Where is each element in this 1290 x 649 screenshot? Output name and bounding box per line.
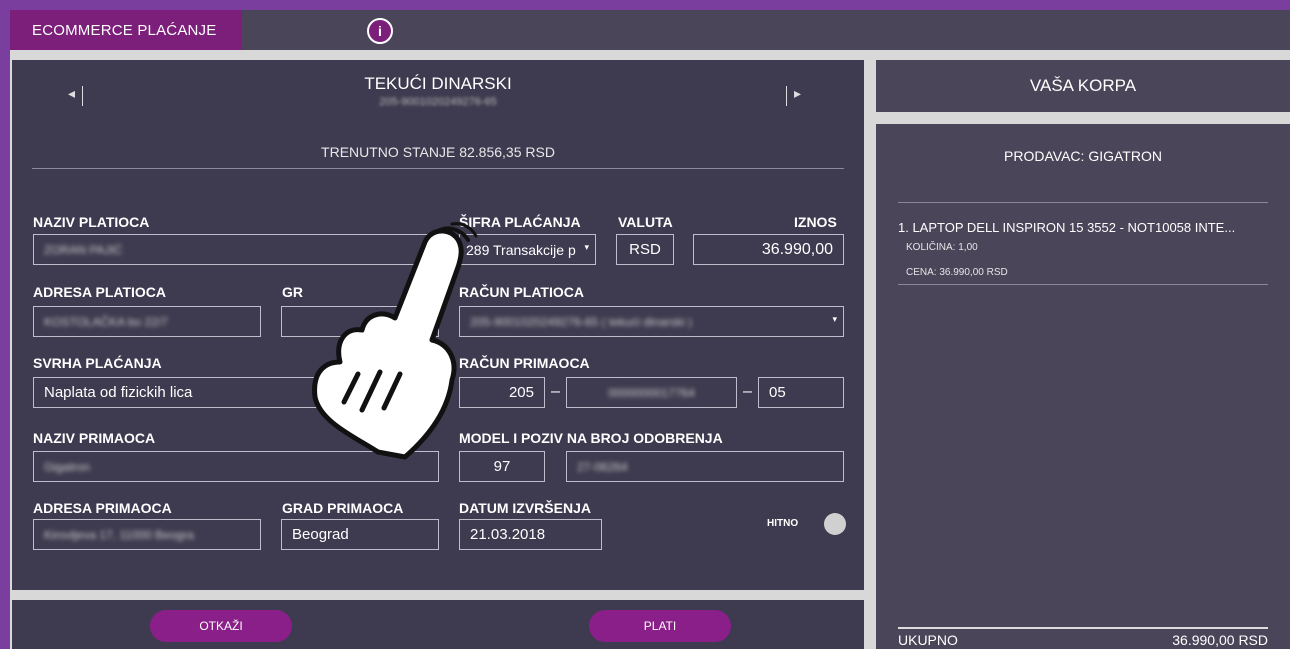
account-separator: – <box>551 383 560 400</box>
chevron-down-icon: ▾ <box>832 314 837 324</box>
cancel-button[interactable]: OTKAŽI <box>150 610 292 642</box>
recipient-bank-value: 205 <box>508 384 534 401</box>
recipient-city-field[interactable]: Beograd <box>281 519 439 550</box>
purpose-label: SVRHA PLAĆANJA <box>33 355 162 371</box>
recipient-account-value: 0000000017764 <box>608 385 695 400</box>
urgent-toggle[interactable] <box>824 513 846 535</box>
recipient-name-label: NAZIV PRIMAOCA <box>33 430 156 446</box>
payer-name-value: ZORAN PAJIĆ <box>44 242 123 257</box>
pointing-hand-icon <box>312 222 478 460</box>
date-field[interactable]: 21.03.2018 <box>459 519 602 550</box>
divider <box>786 86 787 106</box>
payer-account-select[interactable]: 205-9001020249276-65 ( tekući dinarski )… <box>459 306 844 337</box>
currency-field[interactable]: RSD <box>616 234 674 265</box>
recipient-account-field[interactable]: 0000000017764 <box>566 377 737 408</box>
currency-value: RSD <box>629 241 661 258</box>
currency-label: VALUTA <box>618 214 673 230</box>
payer-name-label: NAZIV PLATIOCA <box>33 214 150 230</box>
account-number: 205-9001020249276-65 <box>379 96 497 108</box>
recipient-address-value: Kirovljeva 17, 11000 Beogra <box>44 527 194 542</box>
divider <box>898 202 1268 203</box>
urgent-label: HITNO <box>767 518 799 529</box>
app-frame: ECOMMERCE PLAĆANJE i ◂ TEKUĆI DINARSKI 2… <box>10 10 1290 649</box>
info-icon[interactable]: i <box>367 18 393 44</box>
amount-value: 36.990,00 <box>761 240 833 258</box>
account-separator: – <box>743 383 752 400</box>
pay-button[interactable]: PLATI <box>589 610 731 642</box>
divider <box>898 284 1268 285</box>
total-value: 36.990,00 RSD <box>1172 632 1268 648</box>
payment-form-panel: ◂ TEKUĆI DINARSKI 205-9001020249276-65 ▸… <box>12 60 864 590</box>
chevron-down-icon: ▾ <box>584 242 589 252</box>
divider <box>898 627 1268 629</box>
recipient-control-value: 05 <box>769 384 786 401</box>
cart-item-name: 1. LAPTOP DELL INSPIRON 15 3552 - NOT100… <box>898 220 1236 235</box>
total-label: UKUPNO <box>898 632 958 648</box>
amount-field[interactable]: 36.990,00 <box>693 234 844 265</box>
next-account-icon[interactable]: ▸ <box>794 85 801 102</box>
cart-item-price: CENA: 36.990,00 RSD <box>906 267 1008 278</box>
action-bar: OTKAŽI PLATI <box>12 600 864 649</box>
date-value: 21.03.2018 <box>470 526 546 543</box>
model-value: 97 <box>493 458 511 475</box>
model-label: MODEL I POZIV NA BROJ ODOBRENJA <box>459 430 723 446</box>
payer-address-label: ADRESA PLATIOCA <box>33 284 166 300</box>
top-bar: ECOMMERCE PLAĆANJE i <box>10 10 1290 50</box>
seller-label: PRODAVAC: GIGATRON <box>1004 148 1162 164</box>
account-name: TEKUĆI DINARSKI <box>364 74 512 93</box>
reference-field[interactable]: 27-06264 <box>566 451 844 482</box>
recipient-name-value: Gigatron <box>44 459 91 474</box>
date-label: DATUM IZVRŠENJA <box>459 500 591 516</box>
cart-item-quantity: KOLIČINA: 1,00 <box>906 242 978 253</box>
recipient-city-label: GRAD PRIMAOCA <box>282 500 404 516</box>
payer-address-field[interactable]: KOSTOLAČKA bo 22/7 <box>33 306 261 337</box>
recipient-control-field[interactable]: 05 <box>758 377 844 408</box>
recipient-address-label: ADRESA PRIMAOCA <box>33 500 172 516</box>
recipient-address-field[interactable]: Kirovljeva 17, 11000 Beogra <box>33 519 261 550</box>
page-title: ECOMMERCE PLAĆANJE <box>10 10 242 50</box>
divider <box>32 168 844 169</box>
purpose-value: Naplata od fizickih lica <box>44 384 193 401</box>
cart-title: VAŠA KORPA <box>876 60 1290 112</box>
cart-total-row: UKUPNO 36.990,00 RSD <box>898 632 1268 648</box>
payer-account-value: 205-9001020249276-65 ( tekući dinarski ) <box>470 314 693 329</box>
current-balance: TRENUTNO STANJE 82.856,35 RSD <box>321 144 555 160</box>
payer-address-value: KOSTOLAČKA bo 22/7 <box>44 314 168 329</box>
reference-value: 27-06264 <box>577 459 628 474</box>
recipient-city-value: Beograd <box>292 526 349 543</box>
amount-label: IZNOS <box>794 214 837 230</box>
cart-panel: PRODAVAC: GIGATRON 1. LAPTOP DELL INSPIR… <box>876 124 1290 649</box>
